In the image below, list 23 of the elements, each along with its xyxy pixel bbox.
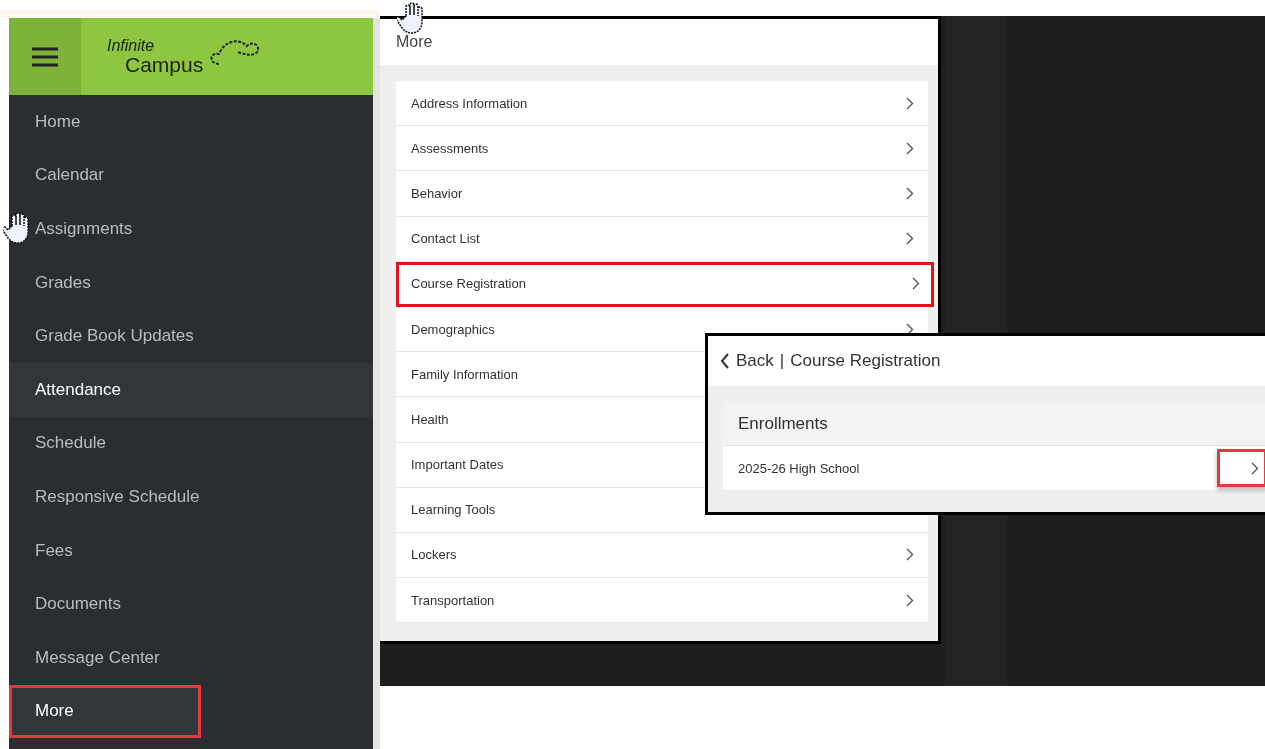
- chevron-right-icon: [906, 186, 914, 200]
- menu-item[interactable]: Address Information: [396, 81, 928, 127]
- separator-text: |: [779, 351, 785, 371]
- menu-icon: [32, 46, 58, 67]
- logo-text: Infinite: [107, 38, 156, 54]
- menu-item[interactable]: Course Registration: [396, 261, 934, 307]
- chevron-right-icon: [1251, 461, 1259, 475]
- nav-item[interactable]: More: [9, 684, 201, 739]
- chevron-right-icon: [906, 141, 914, 155]
- chevron-right-icon: [906, 96, 914, 110]
- logo-text: Campus: [125, 54, 204, 75]
- menu-button[interactable]: [9, 18, 81, 95]
- panel-title: More: [380, 19, 938, 65]
- section-title: Enrollments: [723, 402, 1265, 446]
- chevron-right-icon: [906, 593, 914, 607]
- back-button[interactable]: Back: [720, 351, 774, 371]
- open-button[interactable]: [1217, 449, 1265, 487]
- nav-item[interactable]: Attendance: [9, 362, 373, 417]
- chevron-right-icon: [912, 277, 920, 291]
- chevron-right-icon: [906, 232, 914, 246]
- chevron-right-icon: [906, 548, 914, 562]
- chevron-left-icon: [720, 353, 730, 369]
- enrollment-item[interactable]: 2025-26 High School: [738, 460, 860, 476]
